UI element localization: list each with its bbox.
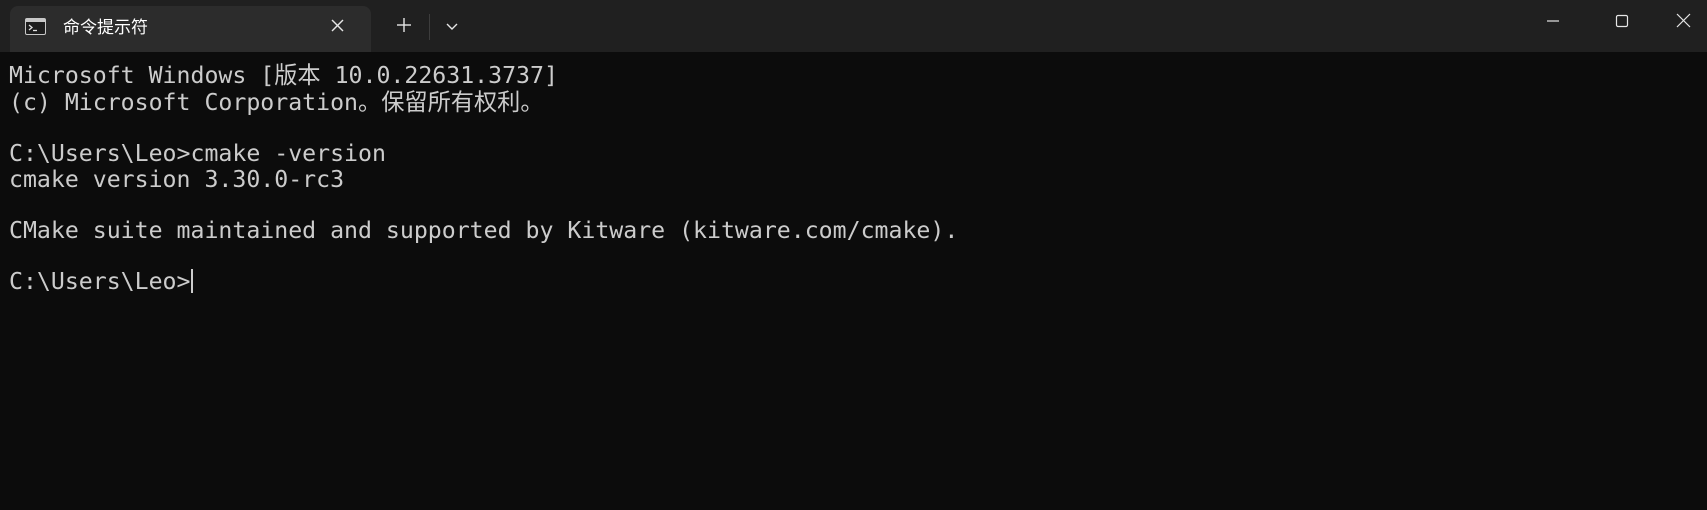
maximize-button[interactable] xyxy=(1591,0,1653,46)
terminal-line: cmake version 3.30.0-rc3 xyxy=(9,166,345,193)
plus-icon xyxy=(396,17,412,38)
tab-command-prompt[interactable]: 命令提示符 xyxy=(10,6,371,52)
terminal-line: (c) Microsoft Corporation。保留所有权利。 xyxy=(9,89,544,116)
prompt-text: C:\Users\Leo> xyxy=(9,268,191,295)
terminal-window: 命令提示符 Microsoft Windows [版本 10.0.22631.3… xyxy=(0,0,1707,510)
minimize-button[interactable] xyxy=(1522,0,1584,46)
tab-dropdown-button[interactable] xyxy=(434,11,470,43)
close-icon xyxy=(1676,13,1691,33)
close-tab-button[interactable] xyxy=(326,17,348,39)
close-window-button[interactable] xyxy=(1660,0,1707,46)
tab-separator xyxy=(429,14,430,40)
tab-title: 命令提示符 xyxy=(63,18,148,38)
minimize-icon xyxy=(1546,14,1560,33)
maximize-icon xyxy=(1615,14,1629,33)
terminal-line: CMake suite maintained and supported by … xyxy=(9,217,959,244)
chevron-down-icon xyxy=(445,18,459,36)
text-cursor xyxy=(191,269,194,293)
terminal-line: Microsoft Windows [版本 10.0.22631.3737] xyxy=(9,62,558,89)
title-bar[interactable]: 命令提示符 xyxy=(0,0,1707,52)
close-icon xyxy=(331,19,344,37)
terminal-line: C:\Users\Leo>cmake -version xyxy=(9,140,386,167)
new-tab-button[interactable] xyxy=(386,11,422,43)
terminal-output[interactable]: Microsoft Windows [版本 10.0.22631.3737] (… xyxy=(0,52,1707,510)
prompt-line[interactable]: C:\Users\Leo> xyxy=(9,268,194,296)
cmd-terminal-icon xyxy=(25,18,46,35)
